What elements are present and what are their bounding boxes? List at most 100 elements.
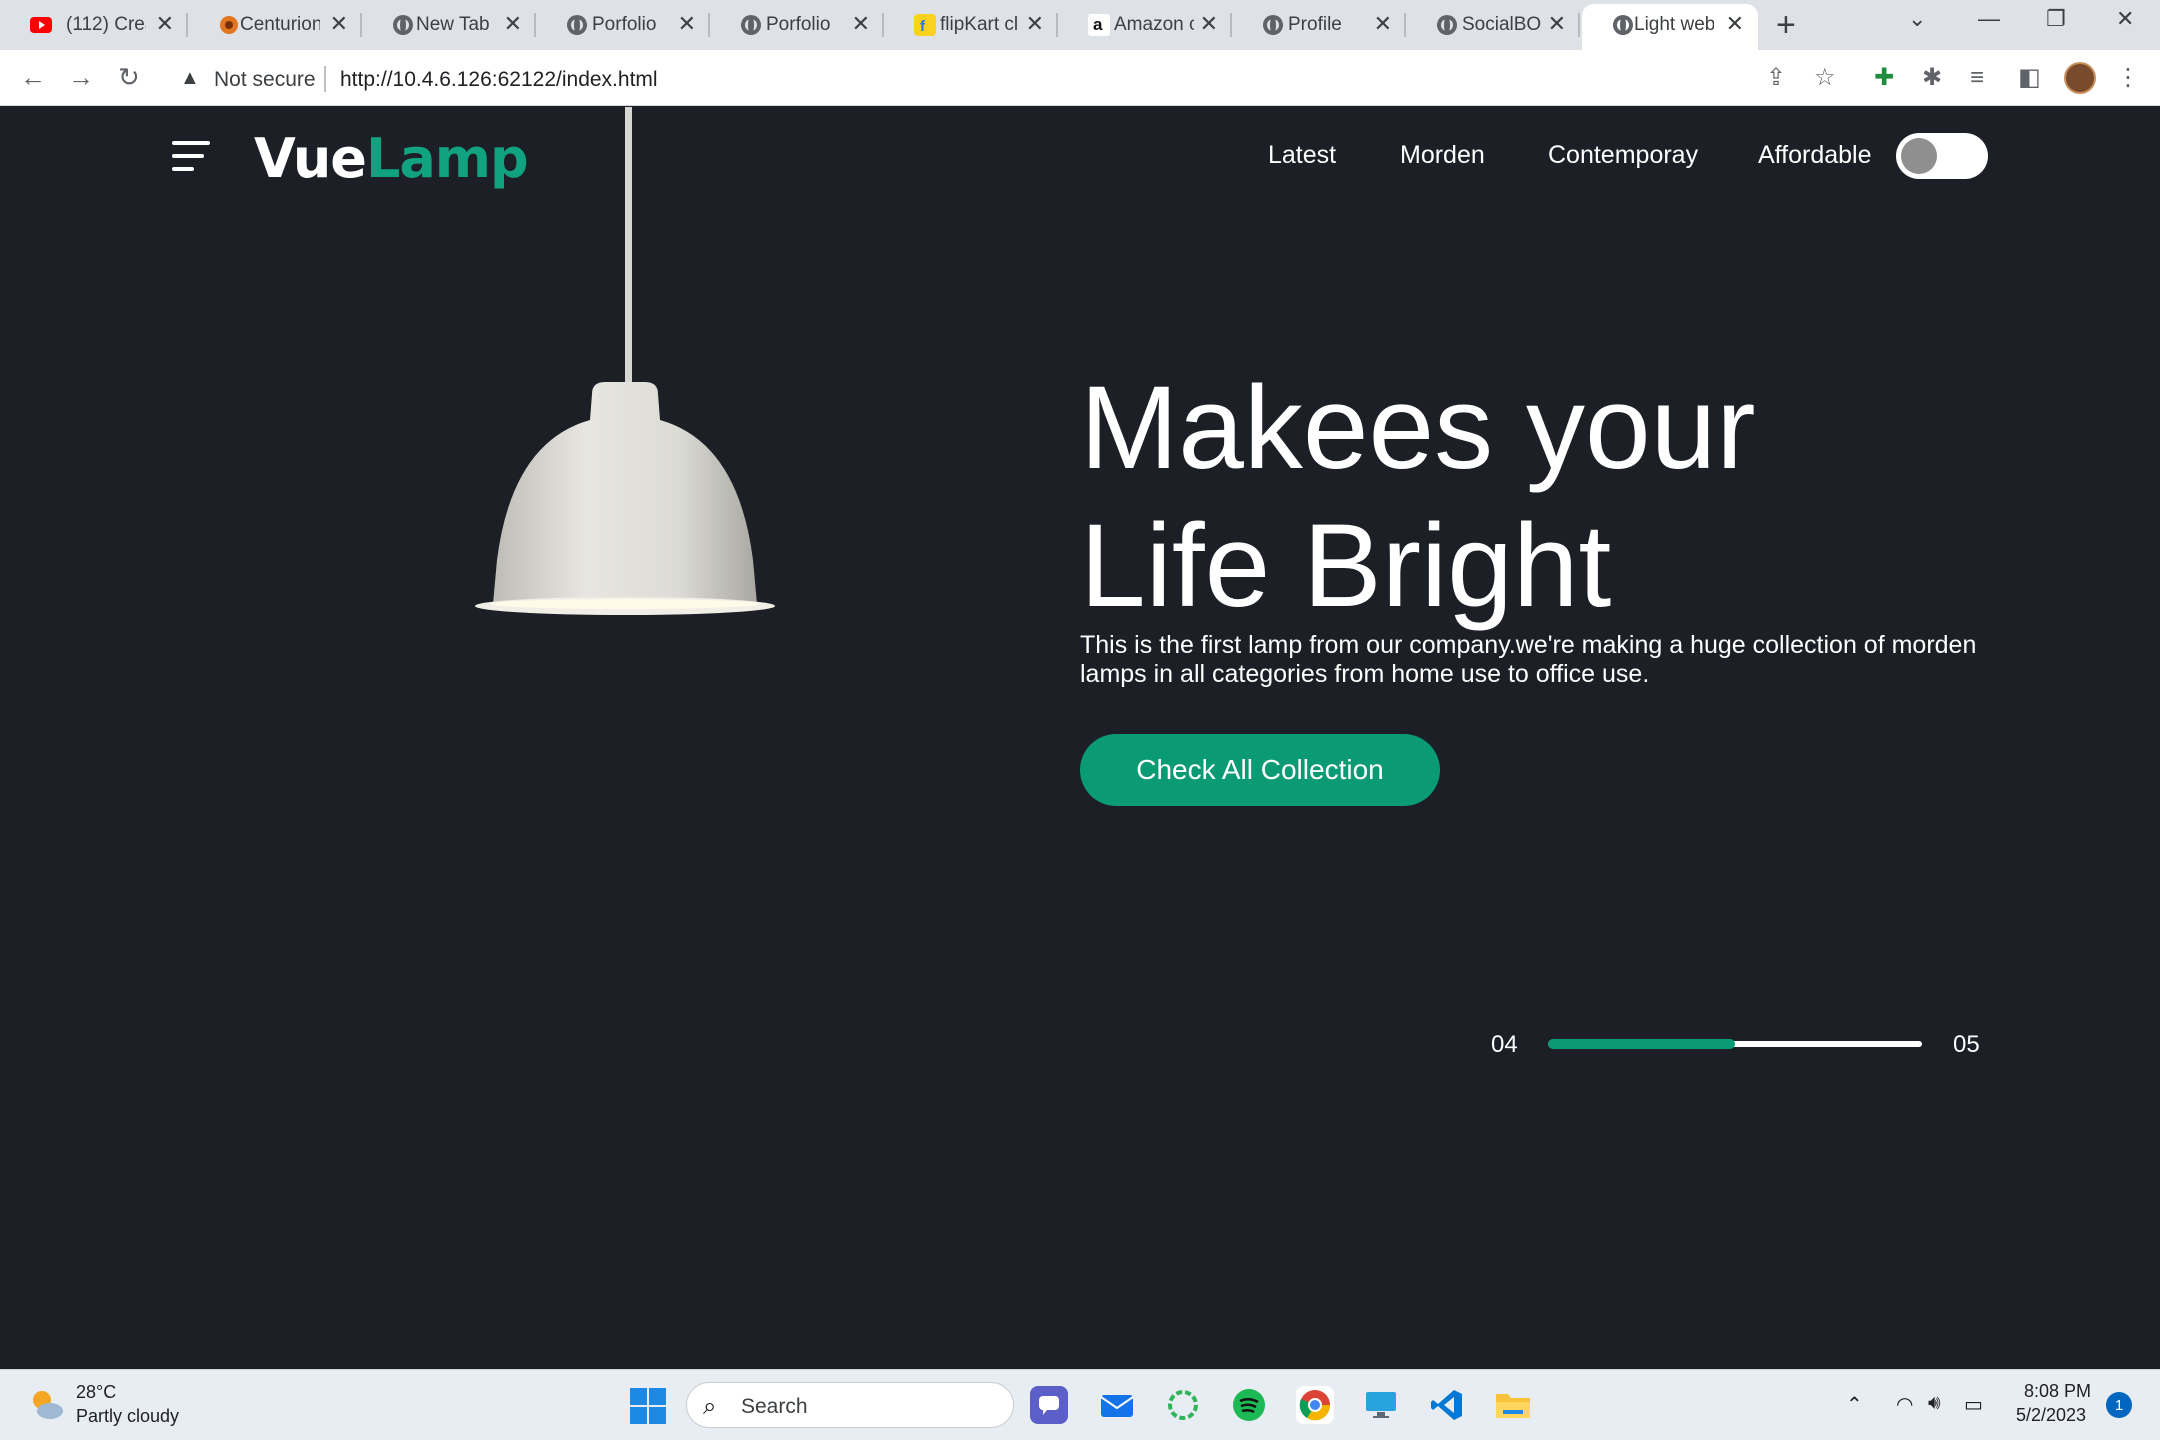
close-icon[interactable]: ✕ [1374, 12, 1392, 36]
close-icon[interactable]: ✕ [156, 12, 174, 36]
taskbar: 28°C Partly cloudy ⌕ Search ⌃ ◠ 🔊︎ ▭ 8:0… [0, 1369, 2160, 1440]
forward-icon[interactable]: → [68, 62, 94, 92]
tab-divider [1578, 13, 1580, 37]
spotify-icon[interactable] [1230, 1386, 1268, 1424]
taskbar-search[interactable]: ⌕ Search [686, 1382, 1014, 1428]
browser-tab[interactable]: a Amazon c ✕ [1058, 0, 1232, 50]
tab-label: Porfolio [592, 14, 657, 35]
tab-label: SocialBOO [1462, 14, 1542, 35]
teams-chat-icon[interactable] [1030, 1386, 1068, 1424]
pendant-lamp-image [475, 382, 775, 615]
url-text[interactable]: http://10.4.6.126:62122/index.html [340, 68, 658, 92]
browser-tab[interactable]: SocialBOO ✕ [1406, 0, 1580, 50]
search-icon: ⌕ [703, 1393, 717, 1420]
close-icon[interactable]: ✕ [1200, 12, 1218, 36]
warning-icon[interactable]: ▲ [180, 67, 200, 90]
check-all-collection-button[interactable]: Check All Collection [1080, 734, 1440, 806]
minimize-icon[interactable]: — [1978, 6, 2000, 32]
theme-toggle[interactable] [1896, 133, 1988, 179]
close-window-icon[interactable]: ✕ [2116, 6, 2134, 32]
new-tab-button[interactable]: + [1776, 8, 1796, 42]
nav-link-affordable[interactable]: Affordable [1758, 141, 1872, 170]
file-explorer-icon[interactable] [1494, 1386, 1532, 1424]
amazon-icon: a [1088, 14, 1110, 36]
headline-line-2: Life Bright [1080, 500, 1612, 632]
chrome-taskbar-icon[interactable] [1296, 1386, 1334, 1424]
slide-progress-bar[interactable] [1548, 1039, 1922, 1049]
browser-tab[interactable]: Porfolio ✕ [536, 0, 710, 50]
tab-label: Profile [1288, 14, 1342, 35]
tab-label: (112) Crea [66, 14, 146, 35]
menu-dots-icon[interactable]: ⋮ [2116, 64, 2140, 92]
close-icon[interactable]: ✕ [1726, 12, 1744, 36]
globe-icon [1612, 14, 1634, 36]
browser-tab[interactable]: Centurion ✕ [188, 0, 362, 50]
logo-first: Vue [254, 127, 367, 190]
media-control-icon[interactable]: ≡ [1970, 64, 1984, 92]
browser-tab-active[interactable]: Light web ✕ [1582, 4, 1758, 50]
globe-icon [740, 14, 762, 36]
close-icon[interactable]: ✕ [1026, 12, 1044, 36]
search-placeholder: Search [741, 1395, 808, 1418]
tray-overflow-icon[interactable]: ⌃ [1846, 1392, 1863, 1417]
weather-temp[interactable]: 28°C [76, 1382, 116, 1403]
close-icon[interactable]: ✕ [852, 12, 870, 36]
browser-tab[interactable]: f flipKart cl ✕ [884, 0, 1058, 50]
youtube-icon [30, 14, 52, 36]
hamburger-menu-icon[interactable] [172, 141, 210, 173]
address-bar[interactable]: ▲ Not secure http://10.4.6.126:62122/ind… [164, 56, 1754, 100]
close-icon[interactable]: ✕ [678, 12, 696, 36]
extension-plus-icon[interactable]: ✚ [1874, 64, 1894, 92]
battery-icon[interactable]: ▭ [1964, 1392, 1983, 1417]
slide-current: 04 [1491, 1031, 1518, 1058]
security-label[interactable]: Not secure [214, 68, 316, 92]
lamp-cord [625, 107, 632, 387]
tab-label: flipKart cl [940, 14, 1019, 35]
weather-description[interactable]: Partly cloudy [76, 1406, 179, 1427]
mail-icon[interactable] [1098, 1386, 1136, 1424]
restore-icon[interactable]: ❐ [2046, 6, 2066, 32]
reload-icon[interactable]: ↻ [118, 62, 140, 92]
browser-tab[interactable]: (112) Crea ✕ [0, 0, 188, 50]
close-icon[interactable]: ✕ [504, 12, 522, 36]
close-icon[interactable]: ✕ [330, 12, 348, 36]
volume-icon[interactable]: 🔊︎ [1928, 1392, 1941, 1415]
hero-headline: Makees your Life Bright [1080, 359, 1756, 635]
globe-icon [1436, 14, 1458, 36]
browser-tab[interactable]: Porfolio ✕ [710, 0, 884, 50]
remote-desktop-icon[interactable] [1362, 1386, 1400, 1424]
close-icon[interactable]: ✕ [1548, 12, 1566, 36]
tab-label: Light web [1634, 14, 1714, 35]
webpage: VueLamp Latest Morden Contemporay Afford… [0, 107, 2160, 1369]
partly-cloudy-icon[interactable] [28, 1386, 66, 1424]
tab-label: Porfolio [766, 14, 831, 35]
nav-link-latest[interactable]: Latest [1268, 141, 1336, 170]
tab-search-icon[interactable]: ⌄ [1908, 6, 1926, 32]
clock-time[interactable]: 8:08 PM [2024, 1381, 2091, 1402]
browser-tab[interactable]: New Tab ✕ [362, 0, 536, 50]
logo-second: Lamp [365, 127, 529, 190]
profile-avatar[interactable] [2064, 62, 2096, 94]
browser-tab-strip: (112) Crea ✕ Centurion ✕ New Tab ✕ Porfo… [0, 0, 2160, 50]
bookmark-star-icon[interactable]: ☆ [1814, 64, 1836, 92]
back-icon[interactable]: ← [20, 62, 46, 92]
tab-label: Centurion [240, 14, 320, 35]
share-icon[interactable]: ⇪ [1766, 64, 1786, 92]
flipkart-icon: f [914, 14, 936, 36]
windows-start-icon[interactable] [630, 1388, 666, 1424]
chrome-icon [392, 14, 414, 36]
notification-badge[interactable]: 1 [2106, 1392, 2132, 1418]
nav-link-contemporay[interactable]: Contemporay [1548, 141, 1698, 170]
site-logo[interactable]: VueLamp [254, 127, 529, 190]
nav-link-morden[interactable]: Morden [1400, 141, 1485, 170]
side-panel-icon[interactable]: ◧ [2018, 64, 2041, 92]
puzzle-icon[interactable]: ✱ [1922, 64, 1942, 92]
vscode-icon[interactable] [1428, 1386, 1466, 1424]
slide-progress-fill [1548, 1039, 1735, 1049]
centurion-icon [218, 14, 240, 36]
wifi-icon[interactable]: ◠ [1896, 1392, 1913, 1417]
clock-date[interactable]: 5/2/2023 [2016, 1405, 2086, 1426]
browser-tab[interactable]: Profile ✕ [1232, 0, 1406, 50]
toggle-knob [1901, 138, 1937, 174]
sync-ring-icon[interactable] [1164, 1386, 1202, 1424]
